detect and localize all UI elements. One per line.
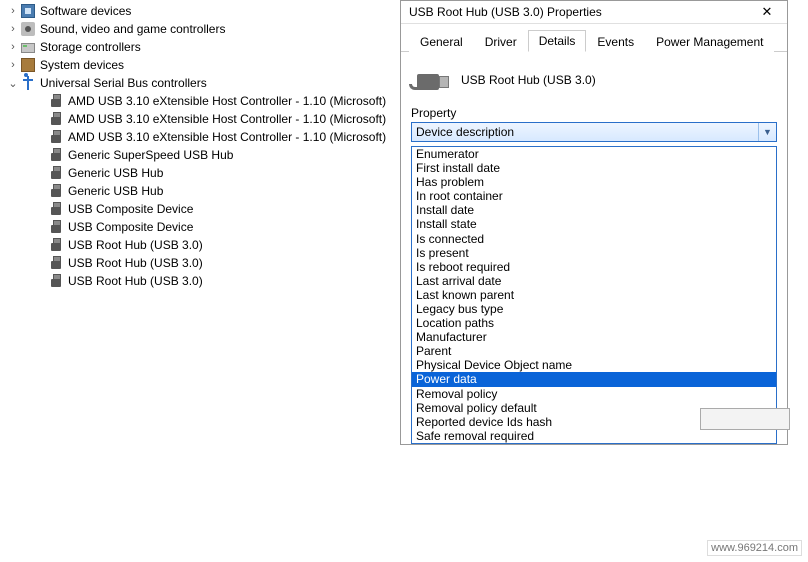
usb-port-icon	[48, 255, 64, 271]
list-item[interactable]: Power data	[412, 372, 776, 386]
tree-item[interactable]: ⌄ Universal Serial Bus controllers	[0, 74, 400, 92]
tree-item[interactable]: Generic USB Hub	[20, 164, 400, 182]
usb-port-icon	[48, 129, 64, 145]
tree-item[interactable]: › Storage controllers	[0, 38, 400, 56]
chip-icon	[20, 3, 36, 19]
tree-item-label: Storage controllers	[40, 40, 141, 54]
list-item[interactable]: Last arrival date	[412, 274, 776, 288]
tree-item[interactable]: USB Root Hub (USB 3.0)	[20, 254, 400, 272]
list-item[interactable]: Install state	[412, 217, 776, 231]
usb-port-icon	[48, 93, 64, 109]
dialog-title: USB Root Hub (USB 3.0) Properties	[409, 5, 602, 19]
close-icon: ✕	[762, 4, 773, 20]
list-item[interactable]: In root container	[412, 189, 776, 203]
usb-port-icon	[48, 165, 64, 181]
chevron-down-icon: ▼	[758, 123, 776, 141]
tab-power-management[interactable]: Power Management	[645, 31, 774, 52]
tab-driver[interactable]: Driver	[474, 31, 528, 52]
tree-item-label: USB Root Hub (USB 3.0)	[68, 256, 203, 270]
usb-port-icon	[48, 273, 64, 289]
device-header: USB Root Hub (USB 3.0)	[411, 60, 777, 104]
tree-item-label: Sound, video and game controllers	[40, 22, 225, 36]
list-item[interactable]: Last known parent	[412, 288, 776, 302]
device-tree: › Software devices › Sound, video and game …	[0, 0, 400, 292]
list-item[interactable]: Safe removal required	[412, 429, 776, 443]
tree-item-label: USB Root Hub (USB 3.0)	[68, 274, 203, 288]
usb-port-icon	[48, 111, 64, 127]
tree-item[interactable]: AMD USB 3.10 eXtensible Host Controller …	[20, 110, 400, 128]
list-item[interactable]: Has problem	[412, 175, 776, 189]
property-listbox[interactable]: EnumeratorFirst install dateHas problemI…	[411, 146, 777, 444]
titlebar: USB Root Hub (USB 3.0) Properties ✕	[401, 1, 787, 24]
chevron-right-icon[interactable]: ›	[6, 41, 20, 53]
tree-item[interactable]: › System devices	[0, 56, 400, 74]
usb-port-icon	[48, 147, 64, 163]
sys-icon	[20, 57, 36, 73]
list-item[interactable]: {3464f7a4-2444-40b1-980a-e0903cb6d912}[1…	[412, 443, 776, 444]
tree-item[interactable]: AMD USB 3.10 eXtensible Host Controller …	[20, 128, 400, 146]
usb-port-icon	[48, 183, 64, 199]
chevron-right-icon[interactable]: ›	[6, 5, 20, 17]
tree-item-label: USB Root Hub (USB 3.0)	[68, 238, 203, 252]
list-item[interactable]: Parent	[412, 344, 776, 358]
tree-item-label: AMD USB 3.10 eXtensible Host Controller …	[68, 130, 386, 144]
list-item[interactable]: Install date	[412, 203, 776, 217]
properties-dialog: USB Root Hub (USB 3.0) Properties ✕ Gene…	[400, 0, 788, 445]
tree-item[interactable]: › Sound, video and game controllers	[0, 20, 400, 38]
tree-item-label: System devices	[40, 58, 124, 72]
tree-item[interactable]: Generic USB Hub	[20, 182, 400, 200]
speaker-icon	[20, 21, 36, 37]
drive-icon	[20, 39, 36, 55]
tabstrip: GeneralDriverDetailsEventsPower Manageme…	[401, 24, 787, 52]
property-label: Property	[411, 106, 777, 120]
usb-tree-icon	[20, 75, 36, 91]
chevron-right-icon[interactable]: ›	[6, 23, 20, 35]
tree-item[interactable]: › Software devices	[0, 2, 400, 20]
chevron-right-icon[interactable]: ›	[6, 59, 20, 71]
tree-item-label: Generic USB Hub	[68, 184, 163, 198]
tree-item-label: USB Composite Device	[68, 220, 193, 234]
device-name: USB Root Hub (USB 3.0)	[461, 73, 596, 87]
chevron-down-icon[interactable]: ⌄	[6, 77, 20, 90]
list-item[interactable]: Physical Device Object name	[412, 358, 776, 372]
list-item[interactable]: Removal policy	[412, 387, 776, 401]
tree-item-label: USB Composite Device	[68, 202, 193, 216]
tab-general[interactable]: General	[409, 31, 474, 52]
property-combo[interactable]: Device description ▼	[411, 122, 777, 142]
tree-item[interactable]: AMD USB 3.10 eXtensible Host Controller …	[20, 92, 400, 110]
tree-item[interactable]: USB Root Hub (USB 3.0)	[20, 236, 400, 254]
list-item[interactable]: Enumerator	[412, 147, 776, 161]
combo-value: Device description	[416, 125, 514, 139]
list-item[interactable]: First install date	[412, 161, 776, 175]
tab-events[interactable]: Events	[586, 31, 645, 52]
tree-item-label: AMD USB 3.10 eXtensible Host Controller …	[68, 94, 386, 108]
usb-hub-icon	[415, 66, 451, 94]
tree-item[interactable]: USB Root Hub (USB 3.0)	[20, 272, 400, 290]
list-item[interactable]: Manufacturer	[412, 330, 776, 344]
usb-port-icon	[48, 219, 64, 235]
usb-port-icon	[48, 237, 64, 253]
close-button[interactable]: ✕	[747, 1, 787, 23]
tree-item[interactable]: USB Composite Device	[20, 200, 400, 218]
list-item[interactable]: Legacy bus type	[412, 302, 776, 316]
list-item[interactable]: Is reboot required	[412, 260, 776, 274]
watermark: www.969214.com	[707, 540, 802, 556]
tree-item-label: AMD USB 3.10 eXtensible Host Controller …	[68, 112, 386, 126]
tree-item-label: Generic SuperSpeed USB Hub	[68, 148, 233, 162]
tab-body: USB Root Hub (USB 3.0) Property Device d…	[401, 52, 787, 146]
tree-item-label: Generic USB Hub	[68, 166, 163, 180]
tree-item[interactable]: USB Composite Device	[20, 218, 400, 236]
tab-details[interactable]: Details	[528, 30, 587, 52]
list-item[interactable]: Is connected	[412, 232, 776, 246]
list-item[interactable]: Location paths	[412, 316, 776, 330]
list-item[interactable]: Is present	[412, 246, 776, 260]
tree-item-label: Software devices	[40, 4, 131, 18]
dialog-button-edge[interactable]	[700, 408, 790, 430]
tree-item[interactable]: Generic SuperSpeed USB Hub	[20, 146, 400, 164]
usb-port-icon	[48, 201, 64, 217]
tree-item-label: Universal Serial Bus controllers	[40, 76, 207, 90]
